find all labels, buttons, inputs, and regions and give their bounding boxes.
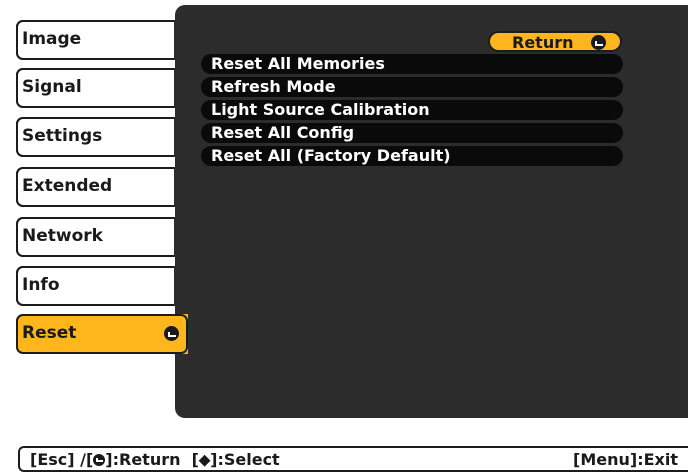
menu-item-refresh-mode[interactable]: Refresh Mode [201,77,623,97]
menu-item-label: Light Source Calibration [211,100,430,119]
status-select: [⬥]:Select [191,450,280,469]
sidebar-item-label: Info [22,275,60,295]
sidebar-item-extended[interactable]: Extended [16,167,186,207]
menu-item-reset-all-config[interactable]: Reset All Config [201,123,623,143]
menu-item-label: Reset All Memories [211,54,385,73]
menu-item-light-source-calibration[interactable]: Light Source Calibration [201,100,623,120]
status-hints: [Esc] /[ ]:Return [⬥]:Select [30,450,280,470]
return-label: Return [512,33,574,52]
enter-icon [164,326,179,341]
sidebar-item-label: Settings [22,126,103,146]
sidebar-item-label: Extended [22,176,113,196]
sidebar-item-reset[interactable]: Reset [16,314,188,354]
sidebar-item-label: Signal [22,77,82,97]
sidebar-item-label: Image [22,29,82,49]
menu-item-reset-all-factory-default[interactable]: Reset All (Factory Default) [201,146,623,166]
sidebar-item-signal[interactable]: Signal [16,68,186,108]
menu-item-label: Reset All (Factory Default) [211,146,451,165]
status-return: ]:Return [105,450,181,469]
menu-item-reset-all-memories[interactable]: Reset All Memories [201,54,623,74]
sidebar-item-info[interactable]: Info [16,266,186,306]
sidebar-item-settings[interactable]: Settings [16,117,186,157]
enter-icon [591,35,606,50]
sidebar-item-network[interactable]: Network [16,217,186,257]
status-exit: [Menu]:Exit [573,450,678,469]
sidebar-item-label: Reset [22,323,77,343]
sidebar-item-image[interactable]: Image [16,20,186,60]
status-esc: [Esc] /[ [30,450,94,469]
sidebar-item-label: Network [22,226,103,246]
status-bar: [Esc] /[ ]:Return [⬥]:Select [Menu]:Exit [18,446,688,472]
menu-item-label: Refresh Mode [211,77,336,96]
return-button[interactable]: Return [488,31,622,52]
menu-item-label: Reset All Config [211,123,355,142]
enter-icon [93,454,106,466]
